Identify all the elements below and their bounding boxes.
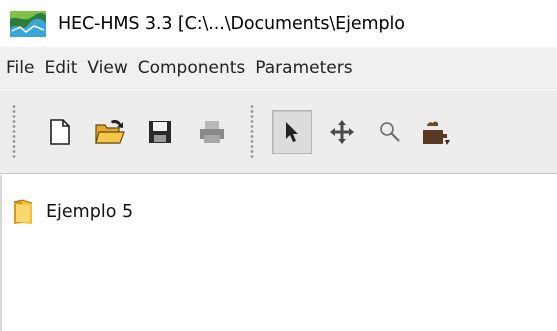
menu-parameters[interactable]: Parameters xyxy=(251,58,356,78)
save-button[interactable] xyxy=(144,116,176,148)
open-folder-icon xyxy=(95,120,125,144)
new-file-button[interactable] xyxy=(44,116,76,148)
menu-bar: File Edit View Components Parameters xyxy=(0,47,557,89)
new-file-icon xyxy=(50,119,70,145)
toolbar-grip[interactable] xyxy=(12,104,16,160)
move-tool-button[interactable] xyxy=(326,116,358,148)
print-button[interactable] xyxy=(196,116,228,148)
menu-view[interactable]: View xyxy=(83,58,131,78)
toolbar xyxy=(0,90,557,174)
subbasin-tool-icon xyxy=(423,121,450,145)
print-icon xyxy=(200,121,224,143)
move-tool-icon xyxy=(330,120,354,144)
title-bar: HEC-HMS 3.3 [C:\...\Documents\Ejemplo xyxy=(0,0,557,47)
menu-components[interactable]: Components xyxy=(134,58,250,78)
zoom-tool-icon xyxy=(380,122,400,142)
arrow-tool-button[interactable] xyxy=(272,110,312,154)
tree-node-project[interactable]: Ejemplo 5 xyxy=(12,199,133,225)
toolbar-grip[interactable] xyxy=(250,104,254,160)
tree-node-label: Ejemplo 5 xyxy=(46,202,134,222)
save-icon xyxy=(149,121,171,143)
folder-icon xyxy=(13,199,33,224)
open-button[interactable] xyxy=(94,116,126,148)
subbasin-tool-button[interactable] xyxy=(420,116,452,148)
window-title: HEC-HMS 3.3 [C:\...\Documents\Ejemplo xyxy=(58,13,405,34)
hec-hms-app-icon xyxy=(10,10,46,37)
menu-file[interactable]: File xyxy=(2,58,38,78)
arrow-tool-icon xyxy=(286,122,298,142)
zoom-tool-button[interactable] xyxy=(374,116,406,148)
watershed-explorer: Ejemplo 5 xyxy=(0,175,557,331)
menu-edit[interactable]: Edit xyxy=(40,58,81,78)
